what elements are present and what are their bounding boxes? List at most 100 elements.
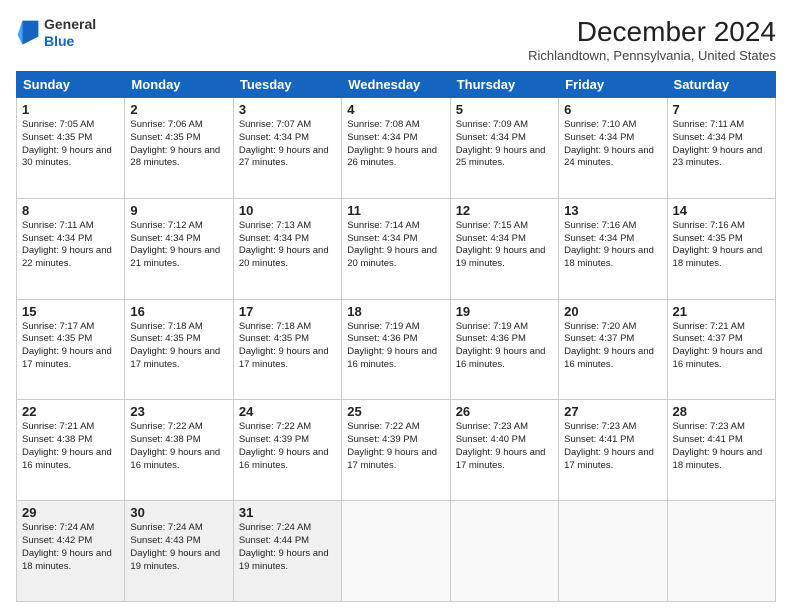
calendar-table: Sunday Monday Tuesday Wednesday Thursday… (16, 71, 776, 602)
cell-info: Sunrise: 7:23 AMSunset: 4:41 PMDaylight:… (673, 421, 763, 470)
day-number: 9 (130, 203, 227, 218)
header: General Blue December 2024 Richlandtown,… (16, 16, 776, 63)
day-number: 4 (347, 102, 444, 117)
cell-info: Sunrise: 7:18 AMSunset: 4:35 PMDaylight:… (130, 321, 220, 370)
table-row: 9 Sunrise: 7:12 AMSunset: 4:34 PMDaylight… (125, 198, 233, 299)
table-row: 8 Sunrise: 7:11 AMSunset: 4:34 PMDaylight… (17, 198, 125, 299)
table-row: 15 Sunrise: 7:17 AMSunset: 4:35 PMDayligh… (17, 299, 125, 400)
table-row: 27Sunrise: 7:23 AMSunset: 4:41 PMDayligh… (559, 400, 667, 501)
cell-info: Sunrise: 7:14 AMSunset: 4:34 PMDaylight:… (347, 220, 437, 269)
day-number: 20 (564, 304, 661, 319)
col-friday: Friday (559, 72, 667, 98)
day-number: 3 (239, 102, 336, 117)
table-row (342, 501, 450, 602)
day-number: 18 (347, 304, 444, 319)
day-number: 12 (456, 203, 553, 218)
table-row: 7Sunrise: 7:11 AMSunset: 4:34 PMDaylight… (667, 98, 775, 199)
cell-info: Sunrise: 7:05 AMSunset: 4:35 PMDaylight:… (22, 119, 112, 168)
col-tuesday: Tuesday (233, 72, 341, 98)
day-number: 22 (22, 404, 119, 419)
day-number: 8 (22, 203, 119, 218)
day-number: 28 (673, 404, 770, 419)
table-row: 13 Sunrise: 7:16 AMSunset: 4:34 PMDayligh… (559, 198, 667, 299)
table-row: 1Sunrise: 7:05 AMSunset: 4:35 PMDaylight… (17, 98, 125, 199)
cell-info: Sunrise: 7:17 AMSunset: 4:35 PMDaylight:… (22, 321, 112, 370)
logo-icon (16, 19, 40, 47)
cell-info: Sunrise: 7:07 AMSunset: 4:34 PMDaylight:… (239, 119, 329, 168)
cell-info: Sunrise: 7:08 AMSunset: 4:34 PMDaylight:… (347, 119, 437, 168)
table-row: 24 Sunrise: 7:22 AMSunset: 4:39 PMDayligh… (233, 400, 341, 501)
title-block: December 2024 Richlandtown, Pennsylvania… (528, 16, 776, 63)
table-row: 21 Sunrise: 7:21 AMSunset: 4:37 PMDayligh… (667, 299, 775, 400)
table-row (559, 501, 667, 602)
location: Richlandtown, Pennsylvania, United State… (528, 48, 776, 63)
table-row: 3 Sunrise: 7:07 AMSunset: 4:34 PMDaylight… (233, 98, 341, 199)
logo: General Blue (16, 16, 96, 50)
table-row: 18 Sunrise: 7:19 AMSunset: 4:36 PMDayligh… (342, 299, 450, 400)
table-row: 6Sunrise: 7:10 AMSunset: 4:34 PMDaylight… (559, 98, 667, 199)
calendar-row: 15 Sunrise: 7:17 AMSunset: 4:35 PMDayligh… (17, 299, 776, 400)
cell-info: Sunrise: 7:18 AMSunset: 4:35 PMDaylight:… (239, 321, 329, 370)
cell-info: Sunrise: 7:06 AMSunset: 4:35 PMDaylight:… (130, 119, 220, 168)
table-row: 30 Sunrise: 7:24 AMSunset: 4:43 PMDayligh… (125, 501, 233, 602)
table-row: 20 Sunrise: 7:20 AMSunset: 4:37 PMDayligh… (559, 299, 667, 400)
day-number: 15 (22, 304, 119, 319)
col-wednesday: Wednesday (342, 72, 450, 98)
calendar-row: 1Sunrise: 7:05 AMSunset: 4:35 PMDaylight… (17, 98, 776, 199)
cell-info: Sunrise: 7:10 AMSunset: 4:34 PMDaylight:… (564, 119, 654, 168)
day-number: 30 (130, 505, 227, 520)
day-number: 13 (564, 203, 661, 218)
table-row: 16 Sunrise: 7:18 AMSunset: 4:35 PMDayligh… (125, 299, 233, 400)
day-number: 31 (239, 505, 336, 520)
cell-info: Sunrise: 7:21 AMSunset: 4:37 PMDaylight:… (673, 321, 763, 370)
table-row: 14Sunrise: 7:16 AMSunset: 4:35 PMDayligh… (667, 198, 775, 299)
col-thursday: Thursday (450, 72, 558, 98)
table-row (667, 501, 775, 602)
table-row: 29Sunrise: 7:24 AMSunset: 4:42 PMDayligh… (17, 501, 125, 602)
cell-info: Sunrise: 7:16 AMSunset: 4:35 PMDaylight:… (673, 220, 763, 269)
table-row: 22 Sunrise: 7:21 AMSunset: 4:38 PMDayligh… (17, 400, 125, 501)
cell-info: Sunrise: 7:21 AMSunset: 4:38 PMDaylight:… (22, 421, 112, 470)
cell-info: Sunrise: 7:12 AMSunset: 4:34 PMDaylight:… (130, 220, 220, 269)
cell-info: Sunrise: 7:24 AMSunset: 4:44 PMDaylight:… (239, 522, 329, 571)
cell-info: Sunrise: 7:24 AMSunset: 4:43 PMDaylight:… (130, 522, 220, 571)
cell-info: Sunrise: 7:19 AMSunset: 4:36 PMDaylight:… (347, 321, 437, 370)
day-number: 7 (673, 102, 770, 117)
table-row: 2Sunrise: 7:06 AMSunset: 4:35 PMDaylight… (125, 98, 233, 199)
table-row (450, 501, 558, 602)
cell-info: Sunrise: 7:22 AMSunset: 4:39 PMDaylight:… (239, 421, 329, 470)
cell-info: Sunrise: 7:11 AMSunset: 4:34 PMDaylight:… (22, 220, 112, 269)
table-row: 25 Sunrise: 7:22 AMSunset: 4:39 PMDayligh… (342, 400, 450, 501)
calendar-row: 8 Sunrise: 7:11 AMSunset: 4:34 PMDaylight… (17, 198, 776, 299)
table-row: 11 Sunrise: 7:14 AMSunset: 4:34 PMDayligh… (342, 198, 450, 299)
day-number: 17 (239, 304, 336, 319)
cell-info: Sunrise: 7:16 AMSunset: 4:34 PMDaylight:… (564, 220, 654, 269)
month-year: December 2024 (528, 16, 776, 48)
day-number: 24 (239, 404, 336, 419)
page: General Blue December 2024 Richlandtown,… (0, 0, 792, 612)
calendar-row: 29Sunrise: 7:24 AMSunset: 4:42 PMDayligh… (17, 501, 776, 602)
calendar-header-row: Sunday Monday Tuesday Wednesday Thursday… (17, 72, 776, 98)
table-row: 17 Sunrise: 7:18 AMSunset: 4:35 PMDayligh… (233, 299, 341, 400)
day-number: 21 (673, 304, 770, 319)
cell-info: Sunrise: 7:22 AMSunset: 4:39 PMDaylight:… (347, 421, 437, 470)
calendar-row: 22 Sunrise: 7:21 AMSunset: 4:38 PMDayligh… (17, 400, 776, 501)
table-row: 5 Sunrise: 7:09 AMSunset: 4:34 PMDaylight… (450, 98, 558, 199)
col-saturday: Saturday (667, 72, 775, 98)
table-row: 4 Sunrise: 7:08 AMSunset: 4:34 PMDaylight… (342, 98, 450, 199)
cell-info: Sunrise: 7:09 AMSunset: 4:34 PMDaylight:… (456, 119, 546, 168)
day-number: 25 (347, 404, 444, 419)
day-number: 16 (130, 304, 227, 319)
day-number: 11 (347, 203, 444, 218)
cell-info: Sunrise: 7:19 AMSunset: 4:36 PMDaylight:… (456, 321, 546, 370)
day-number: 27 (564, 404, 661, 419)
col-monday: Monday (125, 72, 233, 98)
cell-info: Sunrise: 7:13 AMSunset: 4:34 PMDaylight:… (239, 220, 329, 269)
day-number: 23 (130, 404, 227, 419)
cell-info: Sunrise: 7:15 AMSunset: 4:34 PMDaylight:… (456, 220, 546, 269)
table-row: 28 Sunrise: 7:23 AMSunset: 4:41 PMDayligh… (667, 400, 775, 501)
day-number: 5 (456, 102, 553, 117)
day-number: 26 (456, 404, 553, 419)
cell-info: Sunrise: 7:20 AMSunset: 4:37 PMDaylight:… (564, 321, 654, 370)
day-number: 29 (22, 505, 119, 520)
